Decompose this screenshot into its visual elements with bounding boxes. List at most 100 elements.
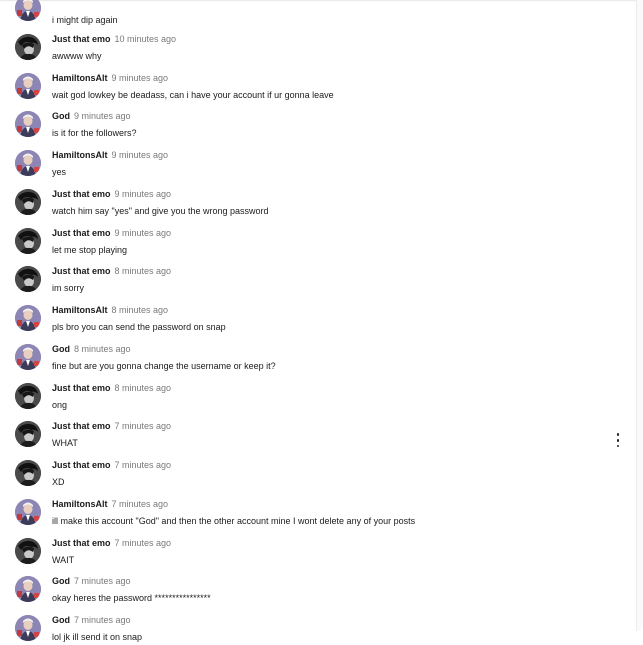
comment-text: okay heres the password ****************	[52, 593, 211, 604]
comment-header: Just that emo 9 minutes ago	[52, 228, 171, 239]
author-name[interactable]: God	[52, 111, 70, 121]
timestamp: 9 minutes ago	[111, 72, 169, 83]
comment-item: HamiltonsAlt 8 minutes ago pls bro you can…	[0, 296, 637, 335]
author-name[interactable]: Just that emo	[52, 421, 111, 431]
comment-text: lol jk ill send it on snap	[52, 632, 143, 642]
comment-item: i might dip again	[0, 0, 637, 25]
comment-text: let me stop playing	[52, 244, 128, 255]
comment-text: im sorry	[52, 283, 84, 294]
comment-text: WAIT	[52, 554, 75, 565]
dot-icon	[616, 433, 620, 436]
comment-header: HamiltonsAlt 9 minutes ago	[52, 73, 168, 84]
comment-item: God 8 minutes ago fine but are you gonna c…	[0, 335, 637, 374]
comment-text: yes	[52, 167, 67, 177]
author-name[interactable]: Just that emo	[52, 538, 111, 548]
timestamp: 8 minutes ago	[111, 305, 169, 315]
author-name[interactable]: HamiltonsAlt	[52, 499, 108, 509]
comment-header: God 7 minutes ago	[52, 615, 131, 626]
comment-text: watch him say "yes" and give you the wro…	[52, 205, 269, 216]
author-name[interactable]: HamiltonsAlt	[52, 73, 108, 83]
avatar[interactable]	[15, 0, 41, 21]
dot-icon	[616, 439, 620, 442]
comment-text: awwww why	[52, 50, 102, 61]
avatar[interactable]	[15, 266, 41, 293]
comment-item: Just that emo 7 minutes ago XD	[0, 451, 637, 490]
scrollbar-track[interactable]	[636, 0, 643, 631]
avatar[interactable]	[15, 382, 41, 409]
author-name[interactable]: Just that emo	[52, 460, 111, 470]
avatar[interactable]	[15, 615, 41, 641]
timestamp: 9 minutes ago	[114, 188, 172, 199]
avatar[interactable]	[15, 188, 41, 215]
comment-header: Just that emo 8 minutes ago	[52, 383, 171, 394]
comment-item: HamiltonsAlt 9 minutes ago wait god lowkey…	[0, 64, 637, 103]
avatar[interactable]	[15, 576, 41, 603]
comment-text: XD	[52, 477, 65, 487]
comment-item: HamiltonsAlt 9 minutes ago yes	[0, 141, 637, 180]
comment-header: Just that emo 8 minutes ago	[52, 266, 171, 277]
timestamp: 9 minutes ago	[114, 227, 172, 238]
comment-header: Just that emo 9 minutes ago	[52, 189, 171, 200]
comment-text: ill make this account "God" and then the…	[52, 515, 416, 526]
comment-header: God 9 minutes ago	[52, 111, 131, 122]
avatar[interactable]	[15, 305, 41, 331]
comment-text: is it for the followers?	[52, 128, 137, 139]
comment-header: Just that emo 7 minutes ago	[52, 460, 171, 471]
avatar[interactable]	[15, 421, 41, 448]
timestamp: 7 minutes ago	[111, 498, 169, 509]
author-name[interactable]: Just that emo	[52, 189, 111, 199]
avatar[interactable]	[15, 460, 41, 486]
author-name[interactable]: Just that emo	[52, 34, 111, 44]
comment-item: Just that emo 8 minutes ago im sorry	[0, 257, 637, 296]
comment-item: Just that emo 9 minutes ago watch him say …	[0, 180, 637, 219]
timestamp: 7 minutes ago	[74, 615, 131, 625]
timestamp: 8 minutes ago	[114, 382, 172, 393]
comment-text: pls bro you can send the password on sna…	[52, 322, 226, 332]
comment-feed: i might dip again Just that emo 10 minute…	[0, 0, 637, 645]
comment-item: God 7 minutes ago lol jk ill send it on sn…	[0, 606, 637, 645]
avatar[interactable]	[15, 537, 41, 564]
comment-item: Just that emo 9 minutes ago let me stop pl…	[0, 219, 637, 258]
author-name[interactable]: HamiltonsAlt	[52, 150, 108, 160]
comment-text: wait god lowkey be deadass, can i have y…	[52, 89, 334, 100]
avatar[interactable]	[15, 498, 41, 525]
comment-header: God 7 minutes ago	[52, 576, 131, 587]
comment-text: ong	[52, 399, 68, 410]
avatar[interactable]	[15, 343, 41, 370]
comment-header: Just that emo 7 minutes ago	[52, 421, 171, 432]
timestamp: 8 minutes ago	[114, 266, 172, 277]
author-name[interactable]: Just that emo	[52, 383, 111, 393]
timestamp: 9 minutes ago	[111, 150, 169, 160]
author-name[interactable]: God	[52, 615, 70, 625]
author-name[interactable]: God	[52, 344, 70, 354]
avatar[interactable]	[15, 33, 41, 60]
timestamp: 7 minutes ago	[114, 537, 172, 548]
comment-item: God 9 minutes ago is it for the followers?	[0, 102, 637, 141]
avatar[interactable]	[15, 227, 41, 254]
comment-item: Just that emo 7 minutes ago WAIT	[0, 529, 637, 568]
timestamp: 9 minutes ago	[74, 111, 131, 122]
avatar[interactable]	[15, 111, 41, 138]
comment-text: WHAT	[52, 438, 78, 449]
comment-item: Just that emo 10 minutes ago awwww why	[0, 25, 637, 64]
timestamp: 8 minutes ago	[74, 343, 131, 354]
comment-header: HamiltonsAlt 7 minutes ago	[52, 499, 168, 510]
author-name[interactable]: Just that emo	[52, 228, 111, 238]
more-options-icon[interactable]	[614, 433, 622, 448]
comment-item: Just that emo 7 minutes ago WHAT	[0, 412, 637, 451]
comment-item: Just that emo 8 minutes ago ong	[0, 374, 637, 413]
comment-header: HamiltonsAlt 9 minutes ago	[52, 150, 168, 161]
author-name[interactable]: Just that emo	[52, 266, 111, 276]
comment-header: Just that emo 7 minutes ago	[52, 538, 171, 549]
author-name[interactable]: God	[52, 576, 70, 586]
timestamp: 10 minutes ago	[114, 33, 177, 44]
dot-icon	[616, 444, 620, 448]
comment-item: HamiltonsAlt 7 minutes ago ill make this a…	[0, 490, 637, 529]
avatar[interactable]	[15, 72, 41, 99]
comment-header: God 8 minutes ago	[52, 344, 131, 355]
author-name[interactable]: HamiltonsAlt	[52, 305, 108, 315]
timestamp: 7 minutes ago	[114, 421, 172, 432]
avatar[interactable]	[15, 150, 41, 176]
comment-header: HamiltonsAlt 8 minutes ago	[52, 305, 168, 316]
comment-item: God 7 minutes ago okay heres the password …	[0, 567, 637, 606]
